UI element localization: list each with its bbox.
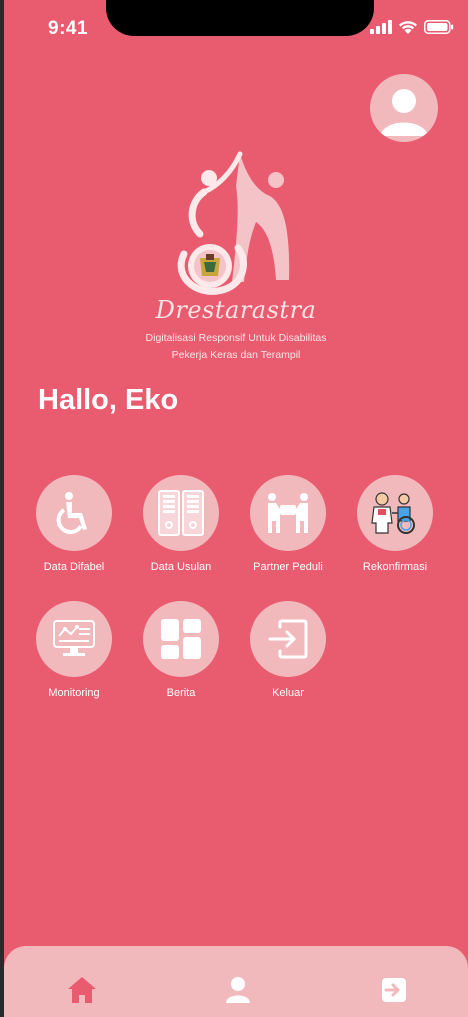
logout-icon <box>382 978 406 1002</box>
login-icon <box>268 619 308 659</box>
menu-berita[interactable]: Berita <box>126 601 236 699</box>
nav-profile-button[interactable] <box>218 970 258 1010</box>
menu-keluar[interactable]: Keluar <box>233 601 343 699</box>
wheelchair-icon <box>56 492 87 534</box>
menu-label: Partner Peduli <box>253 561 323 573</box>
partner-icon <box>268 493 308 533</box>
user-icon <box>226 977 250 1003</box>
menu-monitoring[interactable]: Monitoring <box>19 601 129 699</box>
menu-circle <box>357 475 433 551</box>
filing-cabinet-icon <box>158 490 204 536</box>
status-time: 9:41 <box>48 18 89 39</box>
bottom-navigation <box>4 946 468 1017</box>
battery-icon <box>424 20 454 34</box>
menu-circle <box>250 601 326 677</box>
menu-rekonfirmasi[interactable]: Rekonfirmasi <box>340 475 450 573</box>
brand-name: Drestarastra <box>155 296 317 324</box>
dashboard-icon <box>161 619 201 659</box>
home-icon <box>68 977 96 1003</box>
device-notch <box>106 0 374 36</box>
menu-circle <box>36 475 112 551</box>
app-screen: 9:41 Drestarastra Digitalisasi Responsif… <box>4 0 468 1017</box>
user-avatar-icon <box>380 89 428 136</box>
menu-label: Keluar <box>272 687 304 699</box>
menu-partner-peduli[interactable]: Partner Peduli <box>233 475 343 573</box>
wifi-icon <box>399 21 417 34</box>
menu-circle <box>143 601 219 677</box>
caregiver-icon <box>371 492 415 534</box>
menu-label: Data Usulan <box>150 561 212 573</box>
status-icons <box>370 20 454 34</box>
tagline-line-1: Digitalisasi Responsif Untuk Disabilitas <box>145 332 327 344</box>
menu-label: Data Difabel <box>43 561 105 573</box>
profile-avatar[interactable] <box>370 74 438 142</box>
menu-circle <box>36 601 112 677</box>
menu-label: Berita <box>166 687 196 699</box>
menu-circle <box>143 475 219 551</box>
menu-data-usulan[interactable]: Data Usulan <box>126 475 236 573</box>
menu-label: Monitoring <box>48 687 100 699</box>
app-logo <box>177 151 290 295</box>
nav-home-button[interactable] <box>62 970 102 1010</box>
monitor-icon <box>53 620 95 656</box>
tagline-line-2: Pekerja Keras dan Terampil <box>171 349 301 361</box>
menu-circle <box>250 475 326 551</box>
greeting-title: Hallo, Eko <box>38 384 179 416</box>
status-bar: 9:41 <box>4 0 468 60</box>
signal-icon <box>370 20 392 34</box>
menu-label: Rekonfirmasi <box>362 561 428 573</box>
menu-data-difabel[interactable]: Data Difabel <box>19 475 129 573</box>
nav-logout-button[interactable] <box>374 970 414 1010</box>
